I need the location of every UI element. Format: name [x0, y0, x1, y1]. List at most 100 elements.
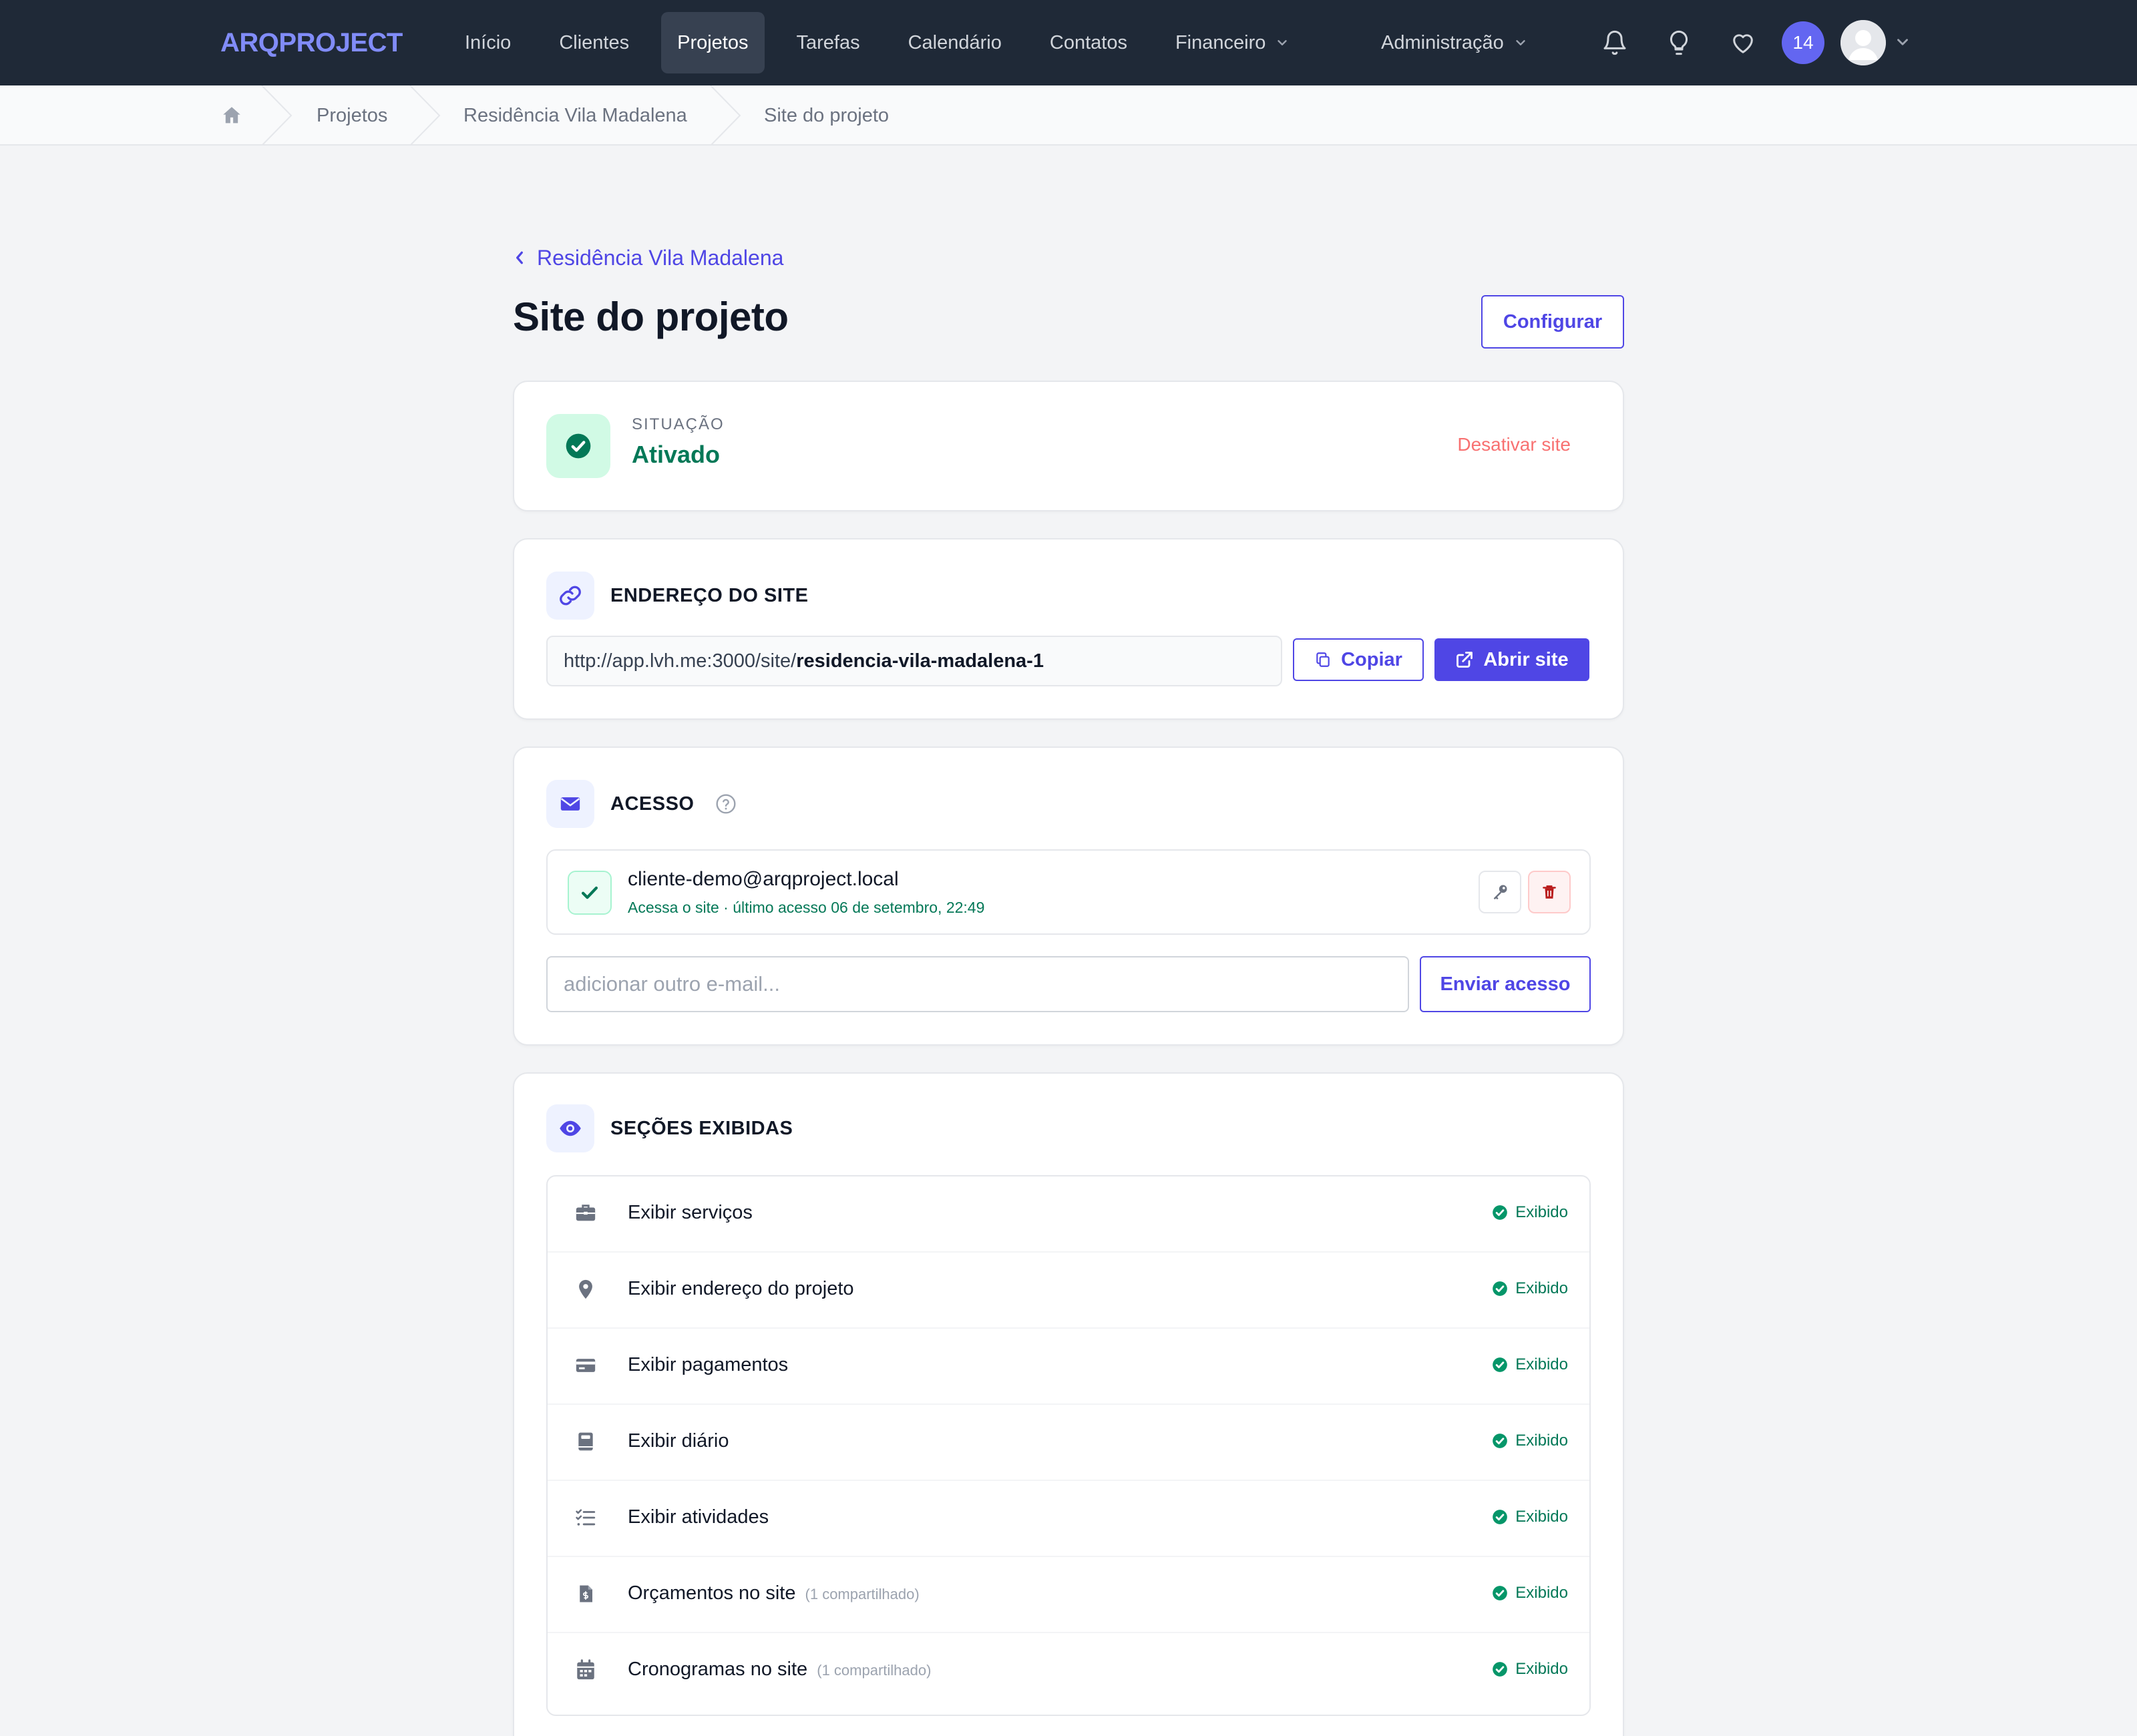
section-row-pagamentos[interactable]: Exibir pagamentos Exibido: [548, 1329, 1589, 1405]
key-icon: [1493, 885, 1507, 900]
nav-tarefas[interactable]: Tarefas: [781, 12, 876, 73]
chevron-left-icon: [516, 251, 523, 264]
question-circle-icon[interactable]: [715, 793, 737, 815]
chevron-down-icon[interactable]: [1894, 33, 1911, 51]
copy-icon: [1316, 652, 1330, 667]
deactivate-site-button[interactable]: Desativar site: [1457, 434, 1571, 455]
access-header: ACESSO: [546, 780, 737, 828]
trash-icon: [1543, 885, 1556, 899]
map-pin-icon: [568, 1271, 604, 1307]
invoice-icon: [568, 1576, 604, 1612]
nav-calendario[interactable]: Calendário: [892, 12, 1018, 73]
section-row-orcamentos[interactable]: Orçamentos no site (1 compartilhado) Exi…: [548, 1557, 1589, 1633]
briefcase-icon: [568, 1195, 604, 1231]
page-title: Site do projeto: [513, 294, 789, 339]
back-link[interactable]: Residência Vila Madalena: [513, 243, 783, 272]
calendar-icon: [568, 1652, 604, 1688]
sections-title: SEÇÕES EXIBIDAS: [610, 1117, 793, 1139]
notification-badge[interactable]: 14: [1782, 21, 1824, 64]
nav-financeiro[interactable]: Financeiro: [1159, 12, 1306, 73]
site-url-field[interactable]: http://app.lvh.me:3000/site/residencia-v…: [546, 636, 1282, 686]
chevron-down-icon: [1516, 40, 1525, 45]
check-circle-icon: [1493, 1586, 1508, 1600]
section-row-servicos[interactable]: Exibir serviços Exibido: [548, 1176, 1589, 1253]
envelope-icon: [546, 780, 594, 828]
nav-administracao[interactable]: Administração: [1381, 12, 1528, 73]
nav-inicio[interactable]: Início: [449, 12, 527, 73]
send-access-button[interactable]: Enviar acesso: [1420, 956, 1591, 1012]
access-entry: cliente-demo@arqproject.local Acessa o s…: [546, 849, 1591, 935]
app-logo[interactable]: ARQPROJECT: [220, 25, 403, 60]
chevron-down-icon: [1278, 40, 1288, 45]
status-badge: Exibido: [1491, 1203, 1568, 1222]
section-label: Orçamentos no site (1 compartilhado): [628, 1582, 920, 1604]
section-note: (1 compartilhado): [817, 1662, 932, 1679]
nav-contatos[interactable]: Contatos: [1034, 12, 1143, 73]
remove-access-button[interactable]: [1528, 871, 1571, 913]
sections-card: SEÇÕES EXIBIDAS Exibir serviços Exibido …: [513, 1072, 1624, 1736]
status-badge: Exibido: [1491, 1279, 1568, 1298]
breadcrumb-separator: [261, 85, 293, 146]
breadcrumb-separator: [409, 85, 441, 146]
section-row-atividades[interactable]: Exibir atividades Exibido: [548, 1481, 1589, 1557]
credit-card-icon: [568, 1347, 604, 1383]
status-badge: Exibido: [1491, 1508, 1568, 1526]
check-circle-icon: [1493, 1281, 1508, 1296]
status-label: SITUAÇÃO: [632, 415, 725, 433]
sections-header: SEÇÕES EXIBIDAS: [546, 1104, 793, 1152]
nav-clientes[interactable]: Clientes: [543, 12, 645, 73]
url-slug: residencia-vila-madalena-1: [796, 650, 1044, 672]
copy-url-button[interactable]: Copiar: [1293, 638, 1424, 681]
section-label: Exibir diário: [628, 1430, 729, 1452]
external-link-icon: [1456, 652, 1473, 668]
section-label: Exibir atividades: [628, 1506, 769, 1528]
logo-text: ARQPROJECT: [220, 27, 403, 57]
nav-projetos[interactable]: Projetos: [661, 12, 765, 73]
add-email-input[interactable]: [546, 956, 1409, 1012]
status-value: Ativado: [632, 441, 721, 468]
avatar[interactable]: [1840, 20, 1886, 65]
section-label: Cronogramas no site (1 compartilhado): [628, 1659, 932, 1680]
breadcrumb: Projetos Residência Vila Madalena Site d…: [0, 85, 2137, 146]
check-circle-icon: [1493, 1434, 1508, 1448]
status-badge: Exibido: [1491, 1660, 1568, 1679]
section-label: Exibir serviços: [628, 1202, 753, 1223]
url-prefix: http://app.lvh.me:3000/site/: [564, 650, 797, 672]
bell-icon[interactable]: [1600, 28, 1629, 57]
main-nav: Início Clientes Projetos Tarefas Calendá…: [449, 12, 1322, 73]
configure-button[interactable]: Configurar: [1481, 295, 1624, 349]
breadcrumb-project[interactable]: Residência Vila Madalena: [463, 101, 687, 130]
site-url-header: ENDEREÇO DO SITE: [546, 572, 808, 620]
lightbulb-icon[interactable]: [1664, 28, 1694, 57]
check-circle-icon: [1493, 1662, 1508, 1677]
status-badge: Exibido: [1491, 1432, 1568, 1450]
reset-access-button[interactable]: [1479, 871, 1521, 913]
site-url-title: ENDEREÇO DO SITE: [610, 584, 809, 606]
home-icon[interactable]: [220, 104, 243, 127]
check-circle-icon: [1493, 1357, 1508, 1372]
section-label: Exibir endereço do projeto: [628, 1278, 854, 1299]
heart-icon[interactable]: [1728, 28, 1758, 57]
top-navbar: ARQPROJECT Início Clientes Projetos Tare…: [0, 0, 2137, 85]
section-row-diario[interactable]: Exibir diário Exibido: [548, 1405, 1589, 1481]
access-meta: Acessa o site · último acesso 06 de sete…: [628, 899, 985, 916]
check-circle-icon: [1493, 1205, 1508, 1220]
section-row-cronogramas[interactable]: Cronogramas no site (1 compartilhado) Ex…: [548, 1633, 1589, 1709]
user-avatar-icon: [1840, 20, 1886, 65]
status-badge: Exibido: [1491, 1584, 1568, 1602]
section-row-endereco[interactable]: Exibir endereço do projeto Exibido: [548, 1253, 1589, 1329]
checklist-icon: [568, 1500, 604, 1536]
open-site-button[interactable]: Abrir site: [1434, 638, 1589, 681]
breadcrumb-projetos[interactable]: Projetos: [317, 101, 387, 130]
link-icon: [546, 572, 594, 620]
eye-icon: [546, 1104, 594, 1152]
section-label: Exibir pagamentos: [628, 1354, 789, 1375]
breadcrumb-separator: [710, 85, 741, 146]
book-icon: [568, 1424, 604, 1460]
section-note: (1 compartilhado): [805, 1586, 920, 1602]
check-icon: [568, 871, 612, 915]
access-email: cliente-demo@arqproject.local: [628, 868, 899, 890]
breadcrumb-current[interactable]: Site do projeto: [764, 101, 889, 130]
access-title: ACESSO: [610, 793, 695, 815]
sections-list: Exibir serviços Exibido Exibir endereço …: [546, 1175, 1591, 1716]
